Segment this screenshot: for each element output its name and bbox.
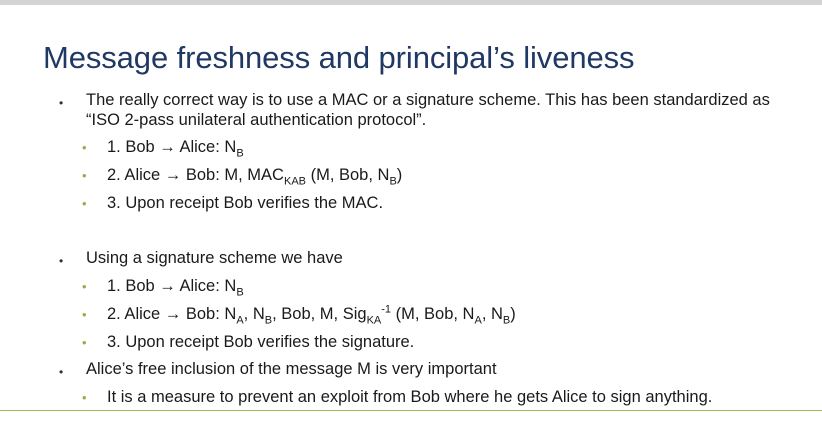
top-border	[0, 0, 822, 5]
step-text: 1. Bob → Alice: N	[107, 138, 237, 156]
sub-bullet-text: 1. Bob → Alice: NB	[107, 276, 244, 299]
sub-bullet-dot: •	[82, 196, 87, 211]
step-subscript: KA	[366, 314, 382, 327]
step-subscript: B	[236, 147, 244, 160]
bullet-text: Alice’s free inclusion of the message M …	[86, 360, 497, 378]
sub-bullet-text: 2. Alice → Bob: NA, NB, Bob, M, SigKA-1 …	[107, 303, 516, 327]
sub-bullet-dot: •	[82, 390, 87, 405]
step-text: , N	[243, 305, 265, 323]
step-subscript: B	[236, 286, 244, 299]
step-superscript: -1	[381, 303, 392, 316]
sub-bullet-text: 3. Upon receipt Bob verifies the signatu…	[107, 333, 415, 351]
sub-bullet-dot: •	[82, 140, 87, 155]
sub-bullet-dot: •	[82, 279, 87, 294]
step-subscript: A	[236, 314, 244, 327]
step-subscript: A	[474, 314, 482, 327]
sub-bullet-text: It is a measure to prevent an exploit fr…	[107, 388, 713, 406]
step-text: , N	[481, 305, 503, 323]
step-text: 2. Alice → Bob: M, MAC	[107, 166, 284, 184]
step-subscript: B	[389, 175, 397, 188]
bullet-text-continued: “ISO 2-pass unilateral authentication pr…	[86, 111, 427, 129]
step-text: )	[510, 305, 516, 323]
sub-bullet-text: 3. Upon receipt Bob verifies the MAC.	[107, 194, 384, 212]
step-text: (M, Bob, N	[391, 305, 475, 323]
step-text: 2. Alice → Bob: N	[107, 305, 237, 323]
step-text: 1. Bob → Alice: N	[107, 277, 237, 295]
sub-bullet-dot: •	[82, 335, 87, 350]
slide-title: Message freshness and principal’s livene…	[43, 40, 635, 75]
sub-bullet-dot: •	[82, 307, 87, 322]
bullet-dot: •	[59, 96, 64, 110]
bullet-text: Using a signature scheme we have	[86, 249, 343, 267]
step-subscript: B	[264, 314, 273, 327]
step-text: , Bob, M, Sig	[272, 305, 367, 323]
step-subscript: KAB	[283, 175, 306, 188]
sub-bullet-text: 1. Bob → Alice: NB	[107, 137, 244, 160]
bullet-text: The really correct way is to use a MAC o…	[86, 91, 770, 109]
bullet-dot: •	[59, 365, 64, 379]
sub-bullet-dot: •	[82, 168, 87, 183]
step-text: )	[396, 166, 403, 184]
bullet-dot: •	[59, 254, 64, 268]
footer-divider	[0, 410, 822, 411]
step-text: (M, Bob, N	[306, 166, 390, 184]
sub-bullet-text: 2. Alice → Bob: M, MACKAB (M, Bob, NB)	[107, 165, 403, 188]
